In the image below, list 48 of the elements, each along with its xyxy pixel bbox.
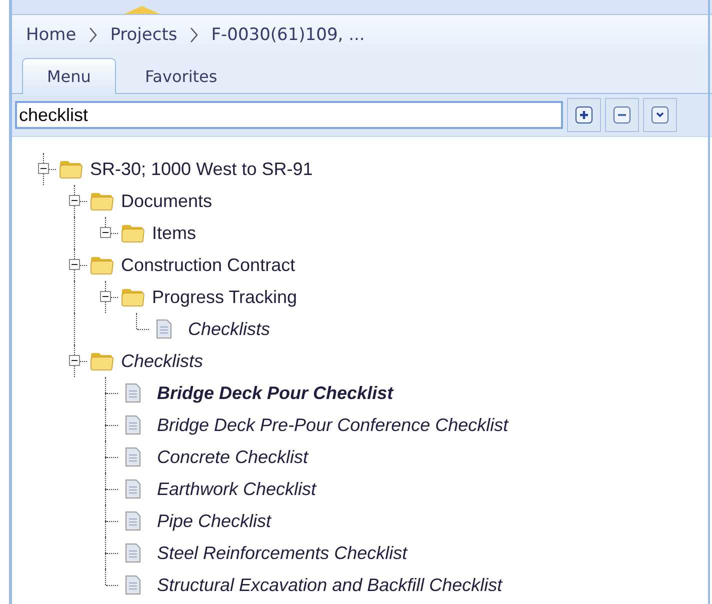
collapse-toggle-icon[interactable] [69, 195, 80, 206]
plus-icon [575, 106, 593, 124]
folder-icon [90, 191, 114, 211]
tree-item[interactable]: Bridge Deck Pour Checklist [157, 382, 394, 404]
tree-item[interactable]: Construction Contract [121, 254, 296, 276]
tree-item[interactable]: Checklists [188, 318, 270, 340]
tree-item[interactable]: Progress Tracking [152, 286, 298, 308]
document-icon [125, 511, 141, 531]
tree-item[interactable]: Checklists [121, 350, 204, 372]
chevron-down-icon [651, 106, 669, 124]
document-icon [125, 447, 141, 467]
tree-item[interactable]: Structural Excavation and Backfill Checklist [157, 574, 502, 596]
folder-icon [90, 351, 114, 371]
tree-item[interactable]: Bridge Deck Pre-Pour Conference Checklist [157, 414, 508, 436]
tab[interactable]: Menu [22, 58, 116, 94]
dropdown-button[interactable] [643, 98, 677, 132]
tree-item[interactable]: SR-30; 1000 West to SR-91 [90, 158, 313, 180]
breadcrumb-link[interactable]: F-0030(61)109, ... [211, 24, 365, 44]
tree-item[interactable]: Pipe Checklist [157, 510, 272, 532]
collapse-toggle-icon[interactable] [38, 163, 49, 174]
breadcrumb-link[interactable]: Projects [110, 24, 178, 44]
chevron-right-icon [88, 26, 98, 44]
document-icon [125, 479, 141, 499]
folder-icon [121, 287, 145, 307]
tab[interactable]: Favorites [120, 58, 242, 93]
collapse-toggle-icon[interactable] [69, 355, 80, 366]
document-icon [125, 415, 141, 435]
document-icon [125, 575, 141, 595]
chevron-right-icon [189, 26, 200, 44]
tree-item[interactable]: Concrete Checklist [157, 446, 308, 468]
collapse-toggle-icon[interactable] [100, 291, 111, 302]
document-icon [156, 319, 172, 339]
folder-icon [90, 255, 114, 275]
folder-icon [59, 159, 83, 179]
document-icon [125, 543, 141, 563]
document-icon [125, 383, 141, 403]
tree-item[interactable]: Steel Reinforcements Checklist [157, 542, 408, 564]
expand-all-button[interactable] [567, 98, 601, 132]
folder-icon [121, 223, 145, 243]
breadcrumb-link[interactable]: Home [26, 24, 76, 44]
search-field[interactable]: checklist [15, 101, 563, 129]
collapse-all-button[interactable] [605, 98, 639, 132]
tree-item[interactable]: Items [152, 222, 196, 244]
tree-item[interactable]: Documents [121, 190, 212, 212]
collapse-toggle-icon[interactable] [69, 259, 80, 270]
collapse-toggle-icon[interactable] [100, 227, 111, 238]
tree-item[interactable]: Earthwork Checklist [157, 478, 316, 500]
minus-icon [613, 106, 631, 124]
